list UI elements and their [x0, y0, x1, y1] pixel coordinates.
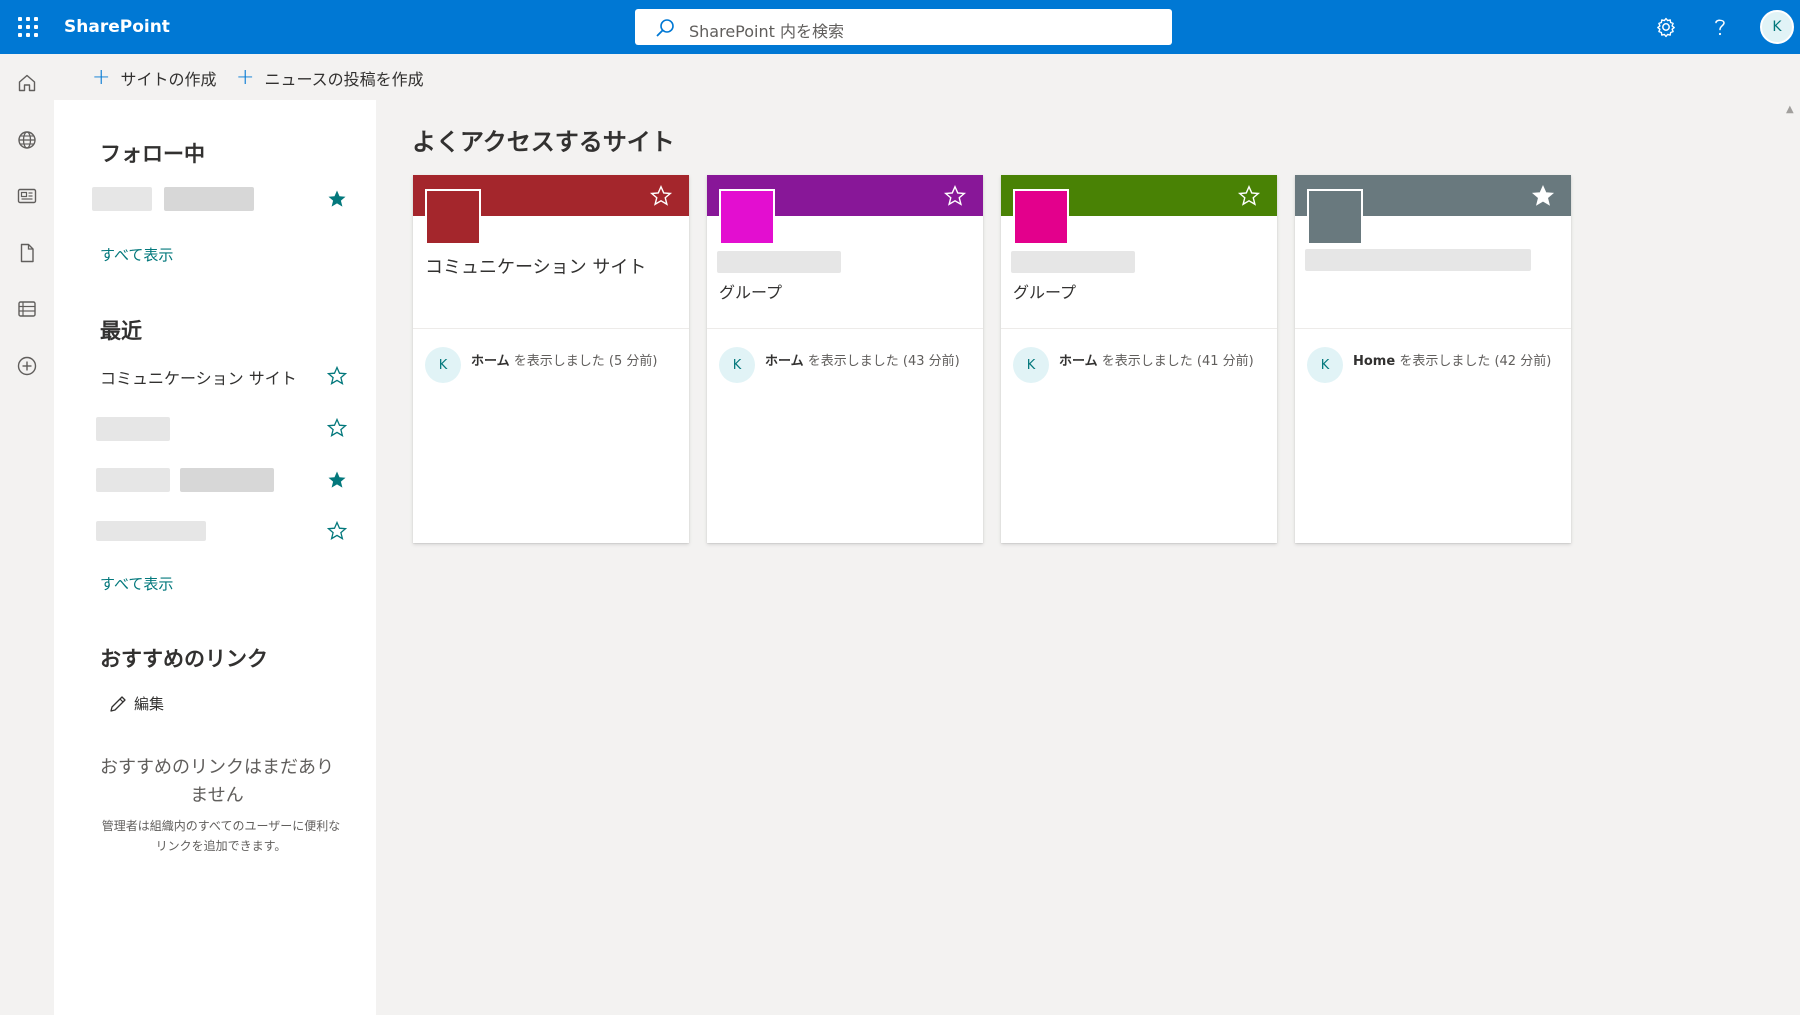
site-logo [1013, 189, 1069, 245]
card-divider [1001, 328, 1277, 329]
create-news-button[interactable]: + ニュースの投稿を作成 [236, 66, 424, 90]
redacted-site-name [717, 251, 841, 273]
site-card[interactable]: コミュニケーション サイト K ホーム を表示しました (5 分前) [413, 175, 689, 543]
user-avatar[interactable]: K [1760, 10, 1794, 44]
plus-icon: + [92, 65, 111, 90]
links-empty-title: おすすめのリンクはまだありません [100, 757, 334, 806]
star-outline-icon[interactable] [326, 520, 348, 542]
activity-avatar: K [1307, 347, 1343, 383]
activity-page: ホーム [1059, 354, 1098, 369]
activity-page: ホーム [471, 354, 510, 369]
list-icon[interactable] [10, 292, 44, 326]
activity-avatar: K [719, 347, 755, 383]
search-placeholder: SharePoint 内を検索 [689, 22, 844, 41]
activity-avatar: K [425, 347, 461, 383]
activity-text[interactable]: ホーム を表示しました (41 分前) [1059, 350, 1271, 369]
file-icon[interactable] [10, 236, 44, 270]
activity-detail: を表示しました (5 分前) [513, 354, 658, 369]
site-card[interactable]: K Home を表示しました (42 分前) [1295, 175, 1571, 543]
site-name: コミュニケーション サイト [425, 257, 647, 278]
star-filled-icon[interactable] [1531, 184, 1555, 208]
edit-links-button[interactable]: 編集 [108, 693, 164, 714]
card-divider [413, 328, 689, 329]
help-icon[interactable] [1706, 13, 1734, 41]
activity-detail: を表示しました (43 分前) [807, 354, 960, 369]
activity-page: Home [1353, 354, 1396, 369]
links-empty-description: 管理者は組織内のすべてのユーザーに便利なリンクを追加できます。 [101, 819, 341, 853]
scroll-up-icon[interactable]: ▲ [1786, 104, 1794, 115]
settings-icon[interactable] [1652, 13, 1680, 41]
add-circle-icon[interactable] [10, 349, 44, 383]
site-logo [719, 189, 775, 245]
star-outline-icon[interactable] [649, 184, 673, 208]
redacted-recent-item[interactable] [96, 417, 170, 441]
star-filled-icon[interactable] [326, 469, 348, 491]
plus-icon: + [236, 65, 255, 90]
recent-title: 最近 [100, 319, 142, 343]
command-bar: + サイトの作成 + ニュースの投稿を作成 [54, 54, 1800, 100]
star-outline-icon[interactable] [1237, 184, 1261, 208]
star-outline-icon[interactable] [943, 184, 967, 208]
edit-links-label: 編集 [134, 695, 165, 713]
search-icon [656, 19, 674, 37]
news-icon[interactable] [10, 179, 44, 213]
recent-item[interactable]: コミュニケーション サイト [100, 365, 297, 389]
activity-page: ホーム [765, 354, 804, 369]
star-outline-icon[interactable] [326, 365, 348, 387]
create-site-label: サイトの作成 [120, 70, 217, 89]
edit-pencil-icon [110, 695, 126, 712]
redacted-recent-item[interactable] [96, 521, 206, 541]
redacted-site-name [1011, 251, 1135, 273]
following-title: フォロー中 [100, 142, 205, 166]
site-type: グループ [1013, 283, 1077, 302]
home-icon[interactable] [10, 66, 44, 100]
site-logo [425, 189, 481, 245]
site-card[interactable]: グループ K ホーム を表示しました (41 分前) [1001, 175, 1277, 543]
activity-detail: を表示しました (42 分前) [1399, 354, 1552, 369]
star-filled-icon[interactable] [326, 188, 348, 210]
card-divider [1295, 328, 1571, 329]
left-panel: フォロー中 すべて表示 最近 コミュニケーション サイト すべて表示 おすすめの… [54, 100, 376, 1015]
redacted-site-name[interactable] [164, 187, 254, 211]
redacted-recent-item[interactable] [180, 468, 274, 492]
app-launcher-icon[interactable] [16, 15, 40, 39]
create-news-label: ニュースの投稿を作成 [264, 70, 424, 89]
activity-avatar: K [1013, 347, 1049, 383]
activity-text[interactable]: ホーム を表示しました (43 分前) [765, 350, 977, 369]
recent-show-all-link[interactable]: すべて表示 [100, 573, 173, 594]
redacted-recent-item[interactable] [96, 468, 170, 492]
site-logo [1307, 189, 1363, 245]
card-divider [707, 328, 983, 329]
search-input[interactable]: SharePoint 内を検索 [635, 9, 1172, 45]
app-name[interactable]: SharePoint [64, 17, 170, 37]
following-show-all-link[interactable]: すべて表示 [100, 244, 173, 265]
links-title: おすすめのリンク [100, 647, 268, 671]
site-type: グループ [719, 283, 783, 302]
redacted-site-name[interactable] [92, 187, 152, 211]
globe-icon[interactable] [10, 123, 44, 157]
create-site-button[interactable]: + サイトの作成 [92, 66, 216, 90]
redacted-site-name [1305, 249, 1531, 271]
frequent-sites-title: よくアクセスするサイト [412, 128, 675, 156]
site-card[interactable]: グループ K ホーム を表示しました (43 分前) [707, 175, 983, 543]
activity-detail: を表示しました (41 分前) [1101, 354, 1254, 369]
star-outline-icon[interactable] [326, 417, 348, 439]
activity-text[interactable]: ホーム を表示しました (5 分前) [471, 350, 683, 369]
activity-text[interactable]: Home を表示しました (42 分前) [1353, 350, 1565, 369]
suite-header: SharePoint SharePoint 内を検索 K [0, 0, 1800, 54]
